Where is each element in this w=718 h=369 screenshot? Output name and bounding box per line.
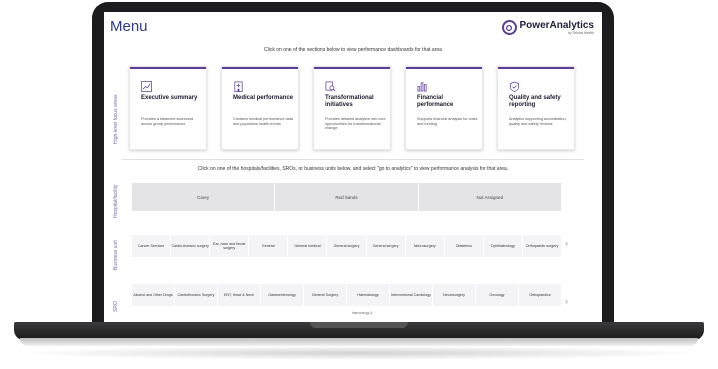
- laptop-notch: [310, 322, 408, 328]
- chevron-right-icon[interactable]: ›: [565, 238, 568, 248]
- card-desc: Provides detailed analytics into core op…: [325, 117, 386, 131]
- sro-item[interactable]: Alcohol and Other Drugs: [132, 284, 174, 306]
- sro-item-partial[interactable]: Immunology &: [352, 311, 372, 315]
- business-unit-item[interactable]: Cancer Services: [132, 235, 171, 257]
- card-title: Medical performance: [233, 95, 294, 101]
- search-doc-icon: [325, 81, 336, 92]
- card-title: Executive summary: [141, 95, 198, 101]
- card-executive-summary[interactable]: Executive summary Provides a balanced sc…: [129, 66, 207, 150]
- bar-chart-icon: [417, 82, 427, 92]
- card-title: Financial performance: [417, 95, 454, 108]
- hospital-icon: [234, 81, 243, 92]
- sro-item[interactable]: Orthopaedics: [519, 284, 561, 306]
- business-unit-item[interactable]: Obstetrics: [444, 235, 483, 257]
- instruction-middle: Click on one of the hospitals/facilities…: [197, 166, 509, 172]
- hospital-item[interactable]: Carey: [132, 183, 275, 211]
- business-unit-item[interactable]: Ear, nose and throat surgery: [210, 235, 249, 257]
- brand-name: PowerAnalytics: [519, 19, 594, 31]
- sro-item[interactable]: Oncology: [476, 284, 518, 306]
- brand: PowerAnalytics by Telstra Health: [501, 19, 594, 35]
- hospital-row: Carey Red Sands Not Assigned: [132, 183, 562, 211]
- card-quality-safety[interactable]: Quality and safety reporting Analytics s…: [497, 66, 575, 150]
- card-desc: Analytics supporting accreditation, qual…: [509, 117, 567, 126]
- card-desc: Supports financial analysis for costs an…: [417, 117, 478, 126]
- business-unit-item[interactable]: General medical: [288, 235, 327, 257]
- sro-item[interactable]: Neurosurgery: [433, 284, 475, 306]
- side-label-hospital: Hospital/facility: [113, 184, 119, 218]
- section-divider: [122, 159, 584, 160]
- instruction-top: Click on one of the sections below to vi…: [264, 47, 442, 53]
- business-unit-item[interactable]: General surgery: [366, 235, 405, 257]
- card-desc: Provides a balanced scorecard across gro…: [141, 117, 194, 126]
- side-label-sro: SRO: [113, 301, 119, 312]
- sro-row: Alcohol and Other Drugs Cardiothoracic S…: [132, 284, 562, 306]
- card-title: Transformational initiatives: [325, 95, 374, 108]
- business-unit-item[interactable]: Ophthalmology: [483, 235, 522, 257]
- brand-logo-icon: [501, 20, 517, 35]
- chart-trend-icon: [141, 81, 152, 92]
- sro-item[interactable]: Haematology: [347, 284, 389, 306]
- card-transformational-initiatives[interactable]: Transformational initiatives Provides de…: [313, 66, 391, 150]
- card-medical-performance[interactable]: Medical performance Contains medical per…: [221, 66, 299, 150]
- sro-item[interactable]: ENT, Head & Neck: [218, 284, 260, 306]
- card-desc: Contains medical performance data and po…: [233, 117, 293, 126]
- side-label-focus: High-level focus areas: [113, 94, 119, 144]
- sro-item[interactable]: Cardiothoracic Surgery: [175, 284, 217, 306]
- business-unit-item[interactable]: General: [249, 235, 288, 257]
- chevron-right-icon[interactable]: ›: [565, 296, 568, 306]
- side-label-business-unit: Business unit: [113, 240, 119, 270]
- laptop-shadow: [10, 346, 708, 360]
- sro-item[interactable]: General Surgery: [304, 284, 346, 306]
- laptop-base-edge: [20, 338, 698, 346]
- business-unit-item[interactable]: General surgery: [327, 235, 366, 257]
- card-financial-performance[interactable]: Financial performance Supports financial…: [405, 66, 483, 150]
- hospital-item[interactable]: Not Assigned: [418, 183, 561, 211]
- page-title: Menu: [110, 18, 148, 35]
- sro-item[interactable]: Gastroenterology: [261, 284, 303, 306]
- card-title: Quality and safety reporting: [509, 95, 561, 108]
- business-unit-item[interactable]: Orthopaedic surgery: [522, 235, 562, 257]
- business-unit-item[interactable]: Neurosurgery: [405, 235, 444, 257]
- hospital-item[interactable]: Red Sands: [275, 183, 418, 211]
- sro-item[interactable]: Interventional Cardiology: [390, 284, 432, 306]
- shield-check-icon: [510, 81, 519, 92]
- business-unit-item[interactable]: Cardio-thoracic surgery: [171, 235, 210, 257]
- laptop-screen: Menu PowerAnalytics by Telstra Health Cl…: [104, 12, 602, 322]
- brand-sub: by Telstra Health: [567, 30, 594, 35]
- business-unit-row: Cancer Services Cardio-thoracic surgery …: [132, 235, 562, 257]
